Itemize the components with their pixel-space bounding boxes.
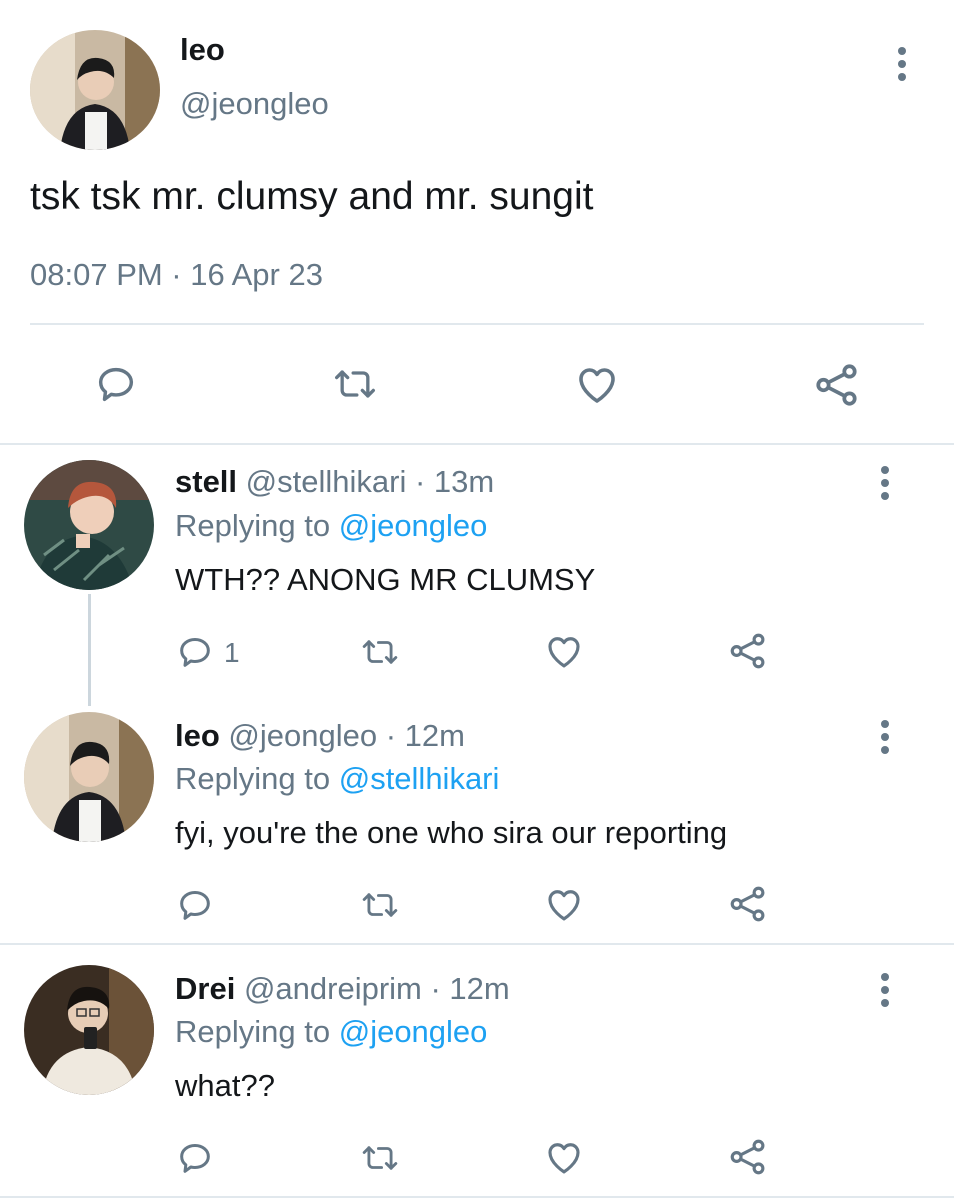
section-divider xyxy=(0,943,954,945)
replying-to-handle[interactable]: @jeongleo xyxy=(339,508,488,543)
section-divider xyxy=(0,1196,954,1198)
avatar[interactable] xyxy=(24,712,154,842)
like-icon[interactable] xyxy=(543,1136,585,1178)
display-name[interactable]: leo xyxy=(180,32,225,68)
more-options-icon[interactable] xyxy=(879,720,891,759)
replying-to-handle[interactable]: @stellhikari xyxy=(339,761,500,796)
more-options-icon[interactable] xyxy=(879,973,891,1012)
thread-line xyxy=(88,594,91,706)
like-icon[interactable] xyxy=(543,883,585,925)
reply-time[interactable]: · 13m xyxy=(415,464,494,499)
reply-header: leo @jeongleo · 12m xyxy=(175,718,465,754)
replying-to-label: Replying to xyxy=(175,508,331,543)
share-icon[interactable] xyxy=(727,630,769,672)
display-name[interactable]: leo xyxy=(175,718,220,753)
reply-text: fyi, you're the one who sira our reporti… xyxy=(175,815,728,850)
retweet-icon[interactable] xyxy=(358,1139,402,1177)
replying-to-label: Replying to xyxy=(175,1014,331,1049)
like-icon[interactable] xyxy=(543,630,585,672)
reply-icon[interactable] xyxy=(93,361,139,407)
reply-icon[interactable] xyxy=(175,1138,215,1178)
more-options-icon[interactable] xyxy=(879,466,891,505)
avatar[interactable] xyxy=(24,965,154,1095)
reply-time[interactable]: · 12m xyxy=(430,971,509,1006)
retweet-icon[interactable] xyxy=(358,886,402,924)
user-handle[interactable]: @jeongleo xyxy=(228,718,377,753)
reply-time[interactable]: · 12m xyxy=(386,718,465,753)
tweet-text: tsk tsk mr. clumsy and mr. sungit xyxy=(30,175,594,218)
replying-to: Replying to @jeongleo xyxy=(175,1014,487,1050)
reply-icon[interactable] xyxy=(175,632,215,672)
retweet-icon[interactable] xyxy=(330,362,380,406)
avatar[interactable] xyxy=(30,30,160,150)
more-options-icon[interactable] xyxy=(896,47,908,86)
reply-header: stell @stellhikari · 13m xyxy=(175,464,494,500)
share-icon[interactable] xyxy=(727,1136,769,1178)
user-handle[interactable]: @stellhikari xyxy=(246,464,407,499)
reply-header: Drei @andreiprim · 12m xyxy=(175,971,510,1007)
retweet-icon[interactable] xyxy=(358,633,402,671)
reply-count: 1 xyxy=(224,637,240,668)
reply-text: what?? xyxy=(175,1068,275,1103)
avatar[interactable] xyxy=(24,460,154,590)
display-name[interactable]: Drei xyxy=(175,971,235,1006)
share-icon[interactable] xyxy=(812,360,862,410)
display-name[interactable]: stell xyxy=(175,464,237,499)
reply-text: WTH?? ANONG MR CLUMSY xyxy=(175,562,596,597)
replying-to-handle[interactable]: @jeongleo xyxy=(339,1014,488,1049)
section-divider xyxy=(0,443,954,445)
tweet-timestamp[interactable]: 08:07 PM · 16 Apr 23 xyxy=(30,257,323,293)
action-bar-divider xyxy=(30,323,924,325)
replying-to: Replying to @jeongleo xyxy=(175,508,487,544)
user-handle[interactable]: @andreiprim xyxy=(244,971,422,1006)
share-icon[interactable] xyxy=(727,883,769,925)
replying-to-label: Replying to xyxy=(175,761,331,796)
user-handle[interactable]: @jeongleo xyxy=(180,86,329,122)
reply-icon[interactable] xyxy=(175,885,215,925)
like-icon[interactable] xyxy=(573,360,621,408)
replying-to: Replying to @stellhikari xyxy=(175,761,499,797)
